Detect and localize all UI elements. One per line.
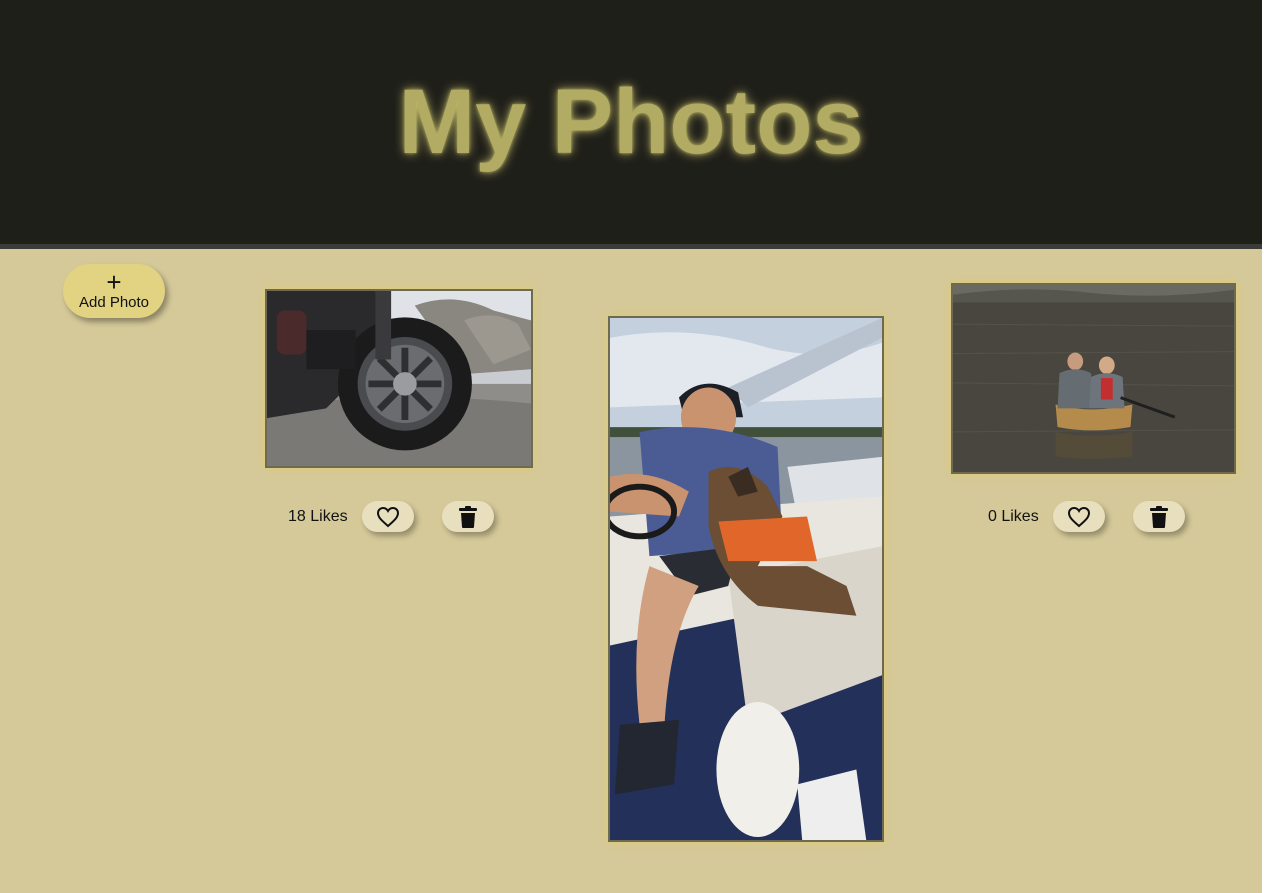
photo-motorcycle[interactable]	[265, 289, 533, 468]
motorcycle-image	[267, 291, 531, 466]
heart-outline-icon	[1067, 506, 1091, 527]
photo-likes-count: 18 Likes	[288, 508, 348, 525]
add-photo-label: Add Photo	[78, 293, 150, 311]
photo-boat[interactable]	[608, 316, 884, 842]
like-button[interactable]	[1053, 501, 1105, 532]
boat-image	[610, 318, 882, 840]
delete-button[interactable]	[442, 501, 494, 532]
trash-icon	[1150, 505, 1168, 528]
delete-button[interactable]	[1133, 501, 1185, 532]
canoe-image	[953, 285, 1234, 472]
plus-icon: +	[106, 266, 122, 297]
add-photo-button[interactable]: + Add Photo	[63, 264, 165, 318]
trash-icon	[459, 505, 477, 528]
like-button[interactable]	[362, 501, 414, 532]
header-divider	[0, 244, 1262, 249]
photo-likes-count: 0 Likes	[988, 508, 1039, 525]
heart-outline-icon	[376, 506, 400, 527]
page-title: My Photos	[398, 71, 864, 173]
photo-canoe[interactable]	[951, 283, 1236, 474]
